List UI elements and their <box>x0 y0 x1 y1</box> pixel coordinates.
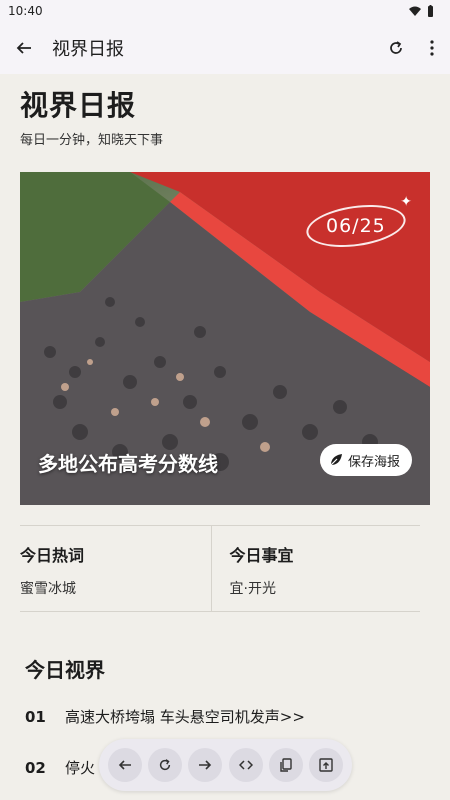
page-subline: 每日一分钟，知晓天下事 <box>20 133 164 148</box>
arrow-left-icon <box>118 760 132 770</box>
page-content: 视界日报 每日一分钟，知晓天下事 ✦ 06/25 多地公布高考分数线 保存海报 … <box>0 74 450 800</box>
news-number: 02 <box>25 758 46 777</box>
refresh-icon <box>160 759 171 771</box>
floating-toolbar <box>99 739 352 791</box>
arrow-left-icon <box>16 42 31 54</box>
news-text: 停火 <box>65 759 96 777</box>
news-text: 高速大桥垮塌 车头悬空司机发声>> <box>65 708 305 726</box>
refresh-icon <box>390 41 402 54</box>
news-item[interactable]: 01 高速大桥垮塌 车头悬空司机发声>> <box>25 706 305 727</box>
date-text: 06/25 <box>326 215 386 238</box>
hot-word-label: 今日热词 <box>20 546 85 565</box>
info-grid: 今日热词 蜜雪冰城 今日事宜 宜·开光 <box>20 525 420 612</box>
app-bar: 视界日报 <box>0 22 450 74</box>
news-number: 01 <box>25 707 46 726</box>
leaf-icon <box>330 454 342 466</box>
hero-caption: 多地公布高考分数线 <box>38 452 218 476</box>
hero-image[interactable]: ✦ 06/25 多地公布高考分数线 保存海报 <box>20 172 430 505</box>
today-todo-value: 宜·开光 <box>229 581 276 597</box>
hot-word-value: 蜜雪冰城 <box>20 581 76 597</box>
today-todo-cell[interactable]: 今日事宜 宜·开光 <box>210 526 421 611</box>
app-bar-actions <box>378 26 450 70</box>
toolbar-code-button[interactable] <box>228 748 263 782</box>
section-title: 今日视界 <box>25 658 105 682</box>
sparkle-icon: ✦ <box>400 194 412 210</box>
copy-icon <box>280 758 292 772</box>
status-time: 10:40 <box>8 4 43 18</box>
toolbar-copy-button[interactable] <box>268 748 303 782</box>
hot-word-cell[interactable]: 今日热词 蜜雪冰城 <box>20 526 211 611</box>
toolbar-refresh-button[interactable] <box>148 748 183 782</box>
more-vert-icon <box>430 40 434 56</box>
refresh-button[interactable] <box>378 26 414 70</box>
status-bar: 10:40 <box>0 0 450 22</box>
page-headline: 视界日报 <box>20 89 137 122</box>
save-poster-label: 保存海报 <box>347 454 400 470</box>
battery-icon <box>428 5 433 17</box>
app-bar-title: 视界日报 <box>52 39 124 60</box>
back-button[interactable] <box>2 26 46 70</box>
toolbar-forward-button[interactable] <box>188 748 223 782</box>
news-item[interactable]: 02 停火 <box>25 757 95 778</box>
arrow-right-icon <box>199 760 212 770</box>
toolbar-open-button[interactable] <box>308 748 343 782</box>
more-button[interactable] <box>414 26 450 70</box>
status-icons <box>409 5 434 17</box>
code-icon <box>238 760 253 770</box>
save-poster-button[interactable]: 保存海报 <box>319 444 412 476</box>
today-todo-label: 今日事宜 <box>229 546 294 565</box>
toolbar-back-button[interactable] <box>108 748 143 782</box>
open-external-icon <box>319 758 333 772</box>
wifi-icon <box>409 6 421 16</box>
